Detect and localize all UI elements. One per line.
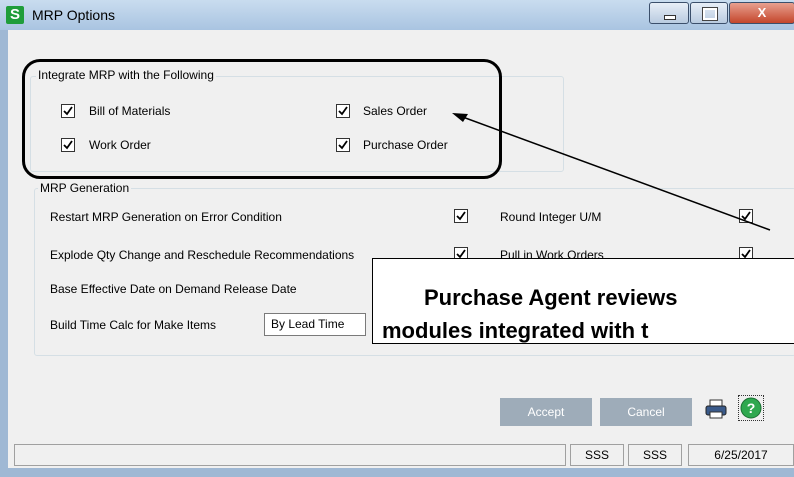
- callout-line-1: Purchase Agent reviews: [424, 285, 678, 310]
- callout-arrow: [452, 113, 771, 231]
- callout-line-2: modules integrated with t: [382, 318, 649, 343]
